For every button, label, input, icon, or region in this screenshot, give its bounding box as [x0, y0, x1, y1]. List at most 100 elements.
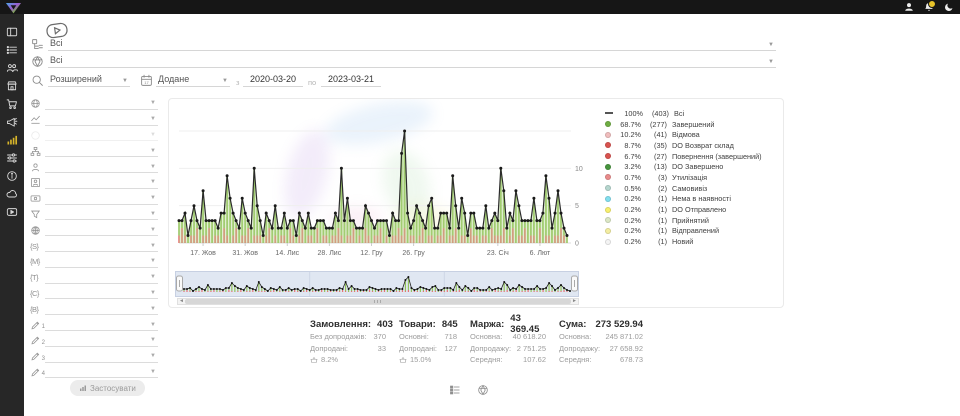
- chevron-down-icon: ▼: [150, 227, 158, 233]
- legend-percent: 0.2%: [615, 205, 641, 214]
- sidebar-item-orders[interactable]: [6, 43, 18, 55]
- legend-item[interactable]: 0.2%(1)Новий: [605, 236, 779, 247]
- web-icon: [30, 225, 45, 236]
- chart-scrollbar[interactable]: ◄ ►: [177, 298, 579, 305]
- pencil-icon: 4: [30, 367, 45, 378]
- sidebar-item-integrations[interactable]: [6, 187, 18, 199]
- svg-text:23. Січ: 23. Січ: [487, 249, 509, 257]
- legend-dot: [605, 217, 611, 223]
- stat-title: Замовлення:: [310, 319, 371, 330]
- product-view-icon[interactable]: [477, 383, 489, 395]
- search-mode-select[interactable]: Розширений ▼: [48, 72, 130, 87]
- sidebar-item-analytics[interactable]: [6, 133, 18, 145]
- date-from-input[interactable]: 2020-03-20: [243, 72, 303, 87]
- svg-text:17. Жов: 17. Жов: [190, 250, 216, 257]
- sidebar-item-dashboard[interactable]: [6, 25, 18, 37]
- custom-field-4-filter[interactable]: ▼: [45, 366, 158, 378]
- legend-item[interactable]: 0.2%(1)Прийнятий: [605, 215, 779, 226]
- sidebar-item-clients[interactable]: [6, 61, 18, 73]
- legend-item[interactable]: 100%(403)Всі: [605, 108, 779, 119]
- basket-icon: [399, 356, 407, 364]
- legend-item[interactable]: 0.2%(1)DO Отправлено: [605, 204, 779, 215]
- legend-item[interactable]: 0.2%(1)Відправлений: [605, 226, 779, 237]
- source-filter-row: ▼: [30, 96, 158, 112]
- chevron-down-icon: ▼: [150, 100, 158, 106]
- bell-icon[interactable]: [923, 2, 934, 13]
- navigator-handle[interactable]: [572, 276, 578, 291]
- var-c-filter[interactable]: ▼: [45, 287, 158, 299]
- sidebar-item-video[interactable]: [6, 205, 18, 217]
- stat-title: Сума:: [559, 319, 586, 330]
- custom-field-2-filter[interactable]: ▼: [45, 335, 158, 347]
- sitemap-icon: [30, 146, 45, 157]
- var-s-filter[interactable]: ▼: [45, 240, 158, 252]
- scroll-right-icon[interactable]: ►: [571, 299, 578, 304]
- var-t-filter-icon: {T}: [30, 272, 45, 283]
- legend-item[interactable]: 10.2%(41)Відмова: [605, 129, 779, 140]
- stat-sub-label: Допродані:: [399, 344, 437, 353]
- website-filter[interactable]: ▼: [45, 224, 158, 236]
- scroll-left-icon[interactable]: ◄: [178, 299, 185, 304]
- legend-item[interactable]: 6.7%(27)Повернення (завершений): [605, 151, 779, 162]
- sidebar-item-info[interactable]: [6, 169, 18, 181]
- legend-item[interactable]: 3.2%(13)DO Завершено: [605, 161, 779, 172]
- legend-item[interactable]: 0.2%(1)Нема в наявності: [605, 194, 779, 205]
- var-t-filter-row: {T}▼: [30, 270, 158, 286]
- stat-column: Маржа:43 369.45Основна:40 618.20Допродаж…: [470, 317, 546, 366]
- legend-item[interactable]: 0.7%(3)Утилізація: [605, 172, 779, 183]
- funnel-filter[interactable]: ▼: [45, 208, 158, 220]
- legend-count: (277): [641, 120, 667, 129]
- date-field-select[interactable]: Додане ▼: [156, 72, 230, 87]
- date-to-input[interactable]: 2023-03-21: [321, 72, 381, 87]
- legend-item[interactable]: 8.7%(35)DO Возврат склад: [605, 140, 779, 151]
- source-filter[interactable]: ▼: [45, 98, 158, 110]
- product-filter-select[interactable]: Всі ▼: [48, 53, 776, 68]
- navigator-handle[interactable]: [177, 276, 183, 291]
- stat-sub-value: 107.62: [523, 355, 546, 364]
- legend-item[interactable]: 0.5%(2)Самовивіз: [605, 183, 779, 194]
- var-t-filter[interactable]: ▼: [45, 272, 158, 284]
- legend-dot: [605, 164, 611, 170]
- stat-sub-label: Допродажу:: [470, 344, 511, 353]
- client-filter[interactable]: ▼: [45, 161, 158, 173]
- legend-label: Нема в наявності: [672, 194, 731, 203]
- search-mode-value: Розширений: [50, 74, 102, 84]
- var-b-filter[interactable]: ▼: [45, 303, 158, 315]
- payment-filter[interactable]: ▼: [45, 193, 158, 205]
- custom-field-1-filter[interactable]: ▼: [45, 319, 158, 331]
- status-filter[interactable]: ▼: [45, 114, 158, 126]
- chevron-down-icon: ▼: [150, 164, 158, 170]
- status-filter-select[interactable]: Всі ▼: [48, 36, 776, 51]
- var-m-filter[interactable]: ▼: [45, 256, 158, 268]
- table-view-icon[interactable]: [449, 383, 461, 395]
- moon-icon[interactable]: [943, 2, 954, 13]
- side-filter-panel: ▼▼▼▼▼▼▼▼▼{S}▼{M}▼{T}▼{C}▼{B}▼1▼2▼3▼4▼: [30, 96, 158, 380]
- sidebar-item-store[interactable]: [6, 79, 18, 91]
- chevron-down-icon: ▼: [122, 78, 128, 84]
- stat-column: Товари:845Основні:718Допродані:12715.0%: [399, 317, 457, 366]
- stat-sub-value: 370: [373, 332, 386, 341]
- legend-label: Утилізація: [672, 173, 707, 182]
- sidebar-item-purchases[interactable]: [6, 97, 18, 109]
- scrollbar-thumb[interactable]: [185, 299, 571, 304]
- svg-text:14. Лис: 14. Лис: [275, 250, 299, 257]
- sidebar-item-marketing[interactable]: [6, 115, 18, 127]
- disabled-filter[interactable]: ▼: [45, 129, 158, 141]
- legend-count: (41): [641, 130, 667, 139]
- legend-count: (403): [643, 109, 669, 118]
- manager-filter[interactable]: ▼: [45, 177, 158, 189]
- pencil-icon: 1: [30, 320, 45, 331]
- category-filter[interactable]: ▼: [45, 145, 158, 157]
- circle-icon: [30, 130, 45, 141]
- chevron-down-icon: ▼: [150, 195, 158, 201]
- chevron-down-icon: ▼: [768, 42, 774, 48]
- app-logo[interactable]: [5, 1, 22, 13]
- sidebar: [0, 14, 24, 416]
- chart-card: 051017. Жов31. Жов14. Лис28. Лис12. Гру2…: [168, 98, 784, 308]
- legend-item[interactable]: 68.7%(277)Завершений: [605, 119, 779, 130]
- sidebar-item-settings[interactable]: [6, 151, 18, 163]
- user-icon[interactable]: [903, 2, 914, 13]
- apply-button[interactable]: Застосувати: [70, 380, 145, 396]
- custom-field-3-filter[interactable]: ▼: [45, 351, 158, 363]
- legend-label: DO Возврат склад: [672, 141, 734, 150]
